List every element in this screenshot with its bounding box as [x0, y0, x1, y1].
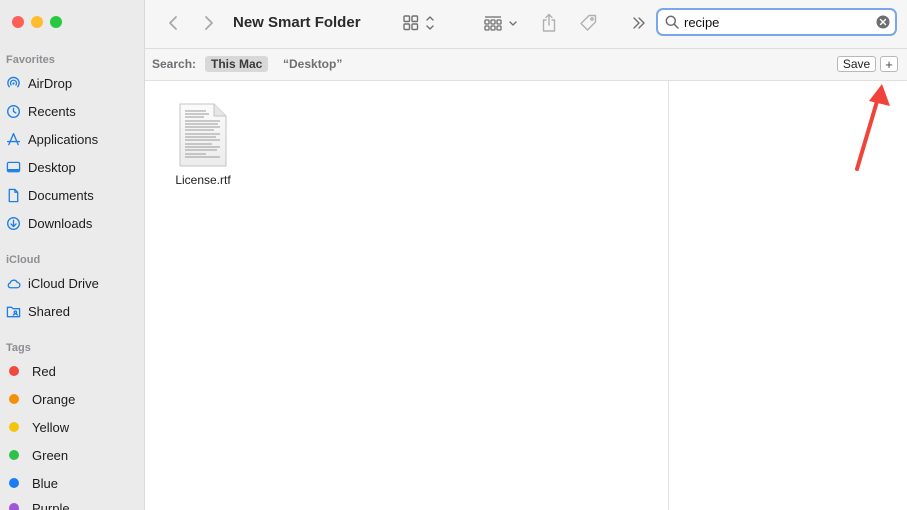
- sidebar-tag-purple[interactable]: Purple: [6, 496, 138, 510]
- cloud-icon: [7, 279, 21, 288]
- sidebar-item-label: AirDrop: [28, 75, 73, 91]
- clear-search-button[interactable]: [876, 15, 890, 29]
- sidebar-section-tags: Tags: [6, 342, 31, 354]
- sidebar-item-desktop[interactable]: Desktop: [6, 155, 138, 179]
- clear-icon: [876, 15, 890, 29]
- sidebar-item-label: Purple: [32, 500, 70, 510]
- download-icon: [7, 216, 20, 230]
- tag-color-dot: [9, 366, 19, 376]
- sidebar-item-downloads[interactable]: Downloads: [6, 211, 138, 235]
- search-icon: [665, 15, 679, 29]
- view-mode-button[interactable]: [400, 11, 440, 35]
- add-criteria-button[interactable]: +: [880, 56, 898, 72]
- tag-color-dot: [9, 450, 19, 460]
- search-scope-bar: Search: This Mac “Desktop” Save +: [145, 49, 907, 81]
- save-search-button[interactable]: Save: [837, 56, 876, 72]
- chevron-left-icon: [169, 16, 177, 30]
- sidebar-tag-yellow[interactable]: Yellow: [6, 415, 138, 439]
- sidebar-item-applications[interactable]: Applications: [6, 127, 138, 151]
- zoom-window-button[interactable]: [50, 16, 62, 28]
- sidebar-tag-red[interactable]: Red: [6, 359, 138, 383]
- finder-window: Favorites AirDrop Recents Applications D…: [0, 0, 907, 510]
- file-item[interactable]: License.rtf: [163, 103, 243, 187]
- document-icon: [8, 188, 19, 202]
- close-window-button[interactable]: [12, 16, 24, 28]
- tag-color-dot: [9, 478, 19, 488]
- double-chevron-right-icon: [633, 17, 645, 29]
- sidebar-item-label: iCloud Drive: [28, 275, 99, 291]
- sidebar-tag-orange[interactable]: Orange: [6, 387, 138, 411]
- tag-button[interactable]: [577, 11, 599, 35]
- shared-folder-icon: [6, 306, 21, 317]
- sidebar-item-label: Recents: [28, 103, 76, 119]
- sidebar-item-airdrop[interactable]: AirDrop: [6, 71, 138, 95]
- sidebar-item-label: Documents: [28, 187, 94, 203]
- sidebar-item-label: Shared: [28, 303, 70, 319]
- sidebar-section-icloud: iCloud: [6, 254, 41, 266]
- forward-button[interactable]: [199, 11, 219, 35]
- search-input[interactable]: [684, 14, 864, 30]
- scope-this-mac-button[interactable]: This Mac: [205, 56, 269, 72]
- search-field[interactable]: [656, 8, 897, 36]
- annotation-arrow: [855, 84, 890, 171]
- sidebar-item-label: Green: [32, 447, 69, 463]
- sidebar-item-label: Applications: [28, 131, 99, 147]
- icon-grid-view-icon: [403, 15, 434, 31]
- sidebar-item-label: Orange: [32, 391, 76, 407]
- tag-color-dot: [9, 503, 19, 510]
- rtf-document-icon: [179, 103, 227, 167]
- sidebar-item-label: Yellow: [32, 419, 70, 435]
- file-name: License.rtf: [175, 173, 231, 187]
- sidebar-item-shared[interactable]: Shared: [6, 299, 138, 323]
- applications-icon: [7, 132, 20, 145]
- sidebar-item-recents[interactable]: Recents: [6, 99, 138, 123]
- sidebar-item-documents[interactable]: Documents: [6, 183, 138, 207]
- sidebar-item-icloud-drive[interactable]: iCloud Drive: [6, 271, 138, 295]
- tag-color-dot: [9, 394, 19, 404]
- desktop-icon: [6, 161, 21, 172]
- back-button[interactable]: [163, 11, 183, 35]
- toolbar: New Smart Folder: [145, 0, 907, 49]
- sidebar-item-label: Blue: [32, 475, 59, 491]
- sidebar-item-label: Red: [32, 363, 56, 379]
- sidebar-section-favorites: Favorites: [6, 54, 55, 66]
- clock-icon: [7, 104, 20, 118]
- sidebar: Favorites AirDrop Recents Applications D…: [0, 0, 145, 510]
- search-scope-label: Search:: [152, 57, 197, 71]
- scope-desktop-button[interactable]: “Desktop”: [283, 57, 342, 71]
- tag-color-dot: [9, 422, 19, 432]
- share-button[interactable]: [538, 11, 560, 35]
- chevron-right-icon: [205, 16, 213, 30]
- sidebar-tag-blue[interactable]: Blue: [6, 471, 138, 495]
- sidebar-item-label: Desktop: [28, 159, 76, 175]
- more-toolbar-items-button[interactable]: [629, 11, 649, 35]
- file-browser-area: License.rtf: [145, 81, 669, 510]
- group-icon: [484, 16, 517, 31]
- group-by-button[interactable]: [481, 11, 523, 35]
- share-icon: [542, 13, 556, 32]
- tag-icon: [580, 14, 597, 31]
- minimize-window-button[interactable]: [31, 16, 43, 28]
- sidebar-tag-green[interactable]: Green: [6, 443, 138, 467]
- airdrop-icon: [7, 76, 20, 87]
- window-title: New Smart Folder: [233, 14, 361, 31]
- sidebar-item-label: Downloads: [28, 215, 93, 231]
